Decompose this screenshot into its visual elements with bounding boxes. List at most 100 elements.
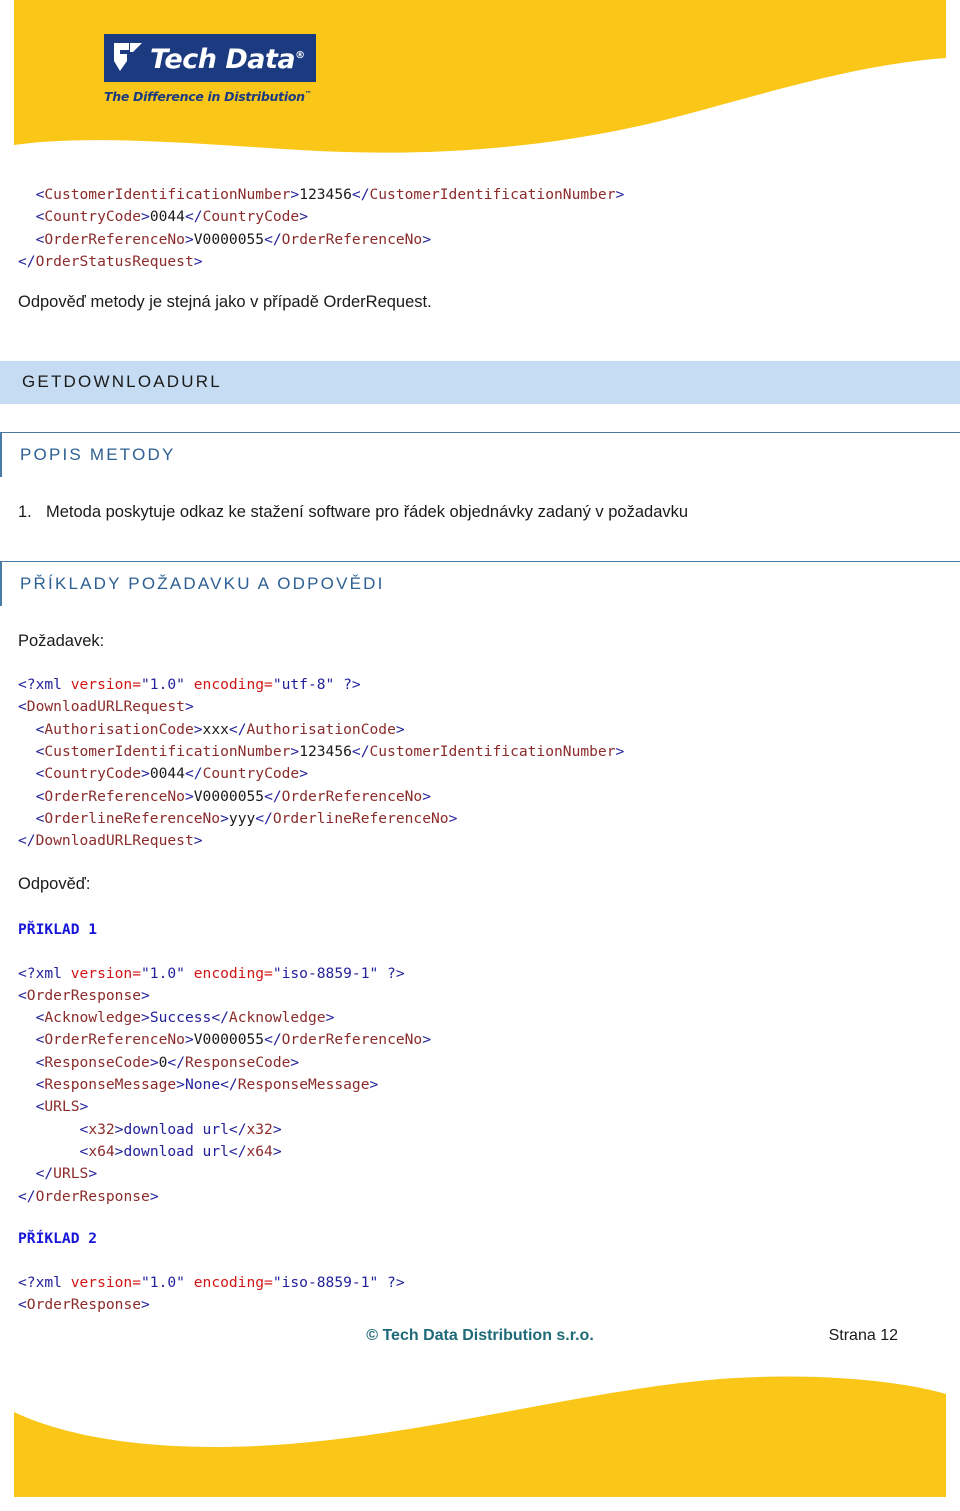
code-token: > [149, 1053, 159, 1071]
code-token: > [184, 1031, 194, 1049]
code-token: </ [184, 208, 203, 226]
code-token: < [18, 1296, 27, 1314]
code-token: OrderReferenceNo [44, 1031, 185, 1049]
code-token: </ [255, 809, 273, 827]
code-token: <?xml [18, 964, 71, 982]
code-token: version= [70, 676, 142, 694]
tech-data-logo: Tech Data® The Difference in Distributio… [104, 34, 316, 104]
xml-snippet-order-response-example-2: <?xml version="1.0" encoding="iso-8859-1… [0, 1272, 960, 1317]
trademark-mark-icon: ™ [304, 89, 312, 98]
code-token: > [290, 186, 300, 203]
code-token: encoding= [193, 964, 273, 982]
code-token: V0000055 [193, 1031, 265, 1049]
code-token: > [448, 809, 458, 827]
code-token: > [272, 1120, 282, 1138]
code-token: ResponseMessage [44, 1076, 177, 1094]
code-token: </ [351, 186, 370, 203]
code-token: > [176, 1076, 185, 1094]
code-token: Acknowledge [228, 1009, 326, 1027]
footer-page-number: Strana 12 [828, 1327, 898, 1344]
code-token: None [184, 1076, 221, 1094]
code-token: CountryCode [44, 765, 142, 783]
code-token: x32 [246, 1120, 273, 1138]
code-token: </ [228, 720, 247, 738]
section-heading-popis-metody: POPIS METODY [0, 432, 960, 478]
code-token: AuthorisationCode [44, 720, 194, 738]
code-token: CountryCode [202, 208, 300, 226]
code-token: > [149, 1187, 159, 1205]
code-token: > [193, 832, 203, 850]
section-heading-priklady-pozadavku-a-odpovedi: PŘÍKLADY POŽADAVKU A ODPOVĚDI [0, 561, 960, 607]
code-token: </ [184, 765, 203, 783]
code-token: > [422, 1031, 432, 1049]
xml-snippet-download-url-request: <?xml version="1.0" encoding="utf-8" ?> … [0, 674, 960, 852]
example-1-label: PŘIKLAD 1 [18, 920, 98, 938]
code-token: OrderlineReferenceNo [272, 809, 449, 827]
code-token: CountryCode [44, 208, 142, 226]
code-token: </ [18, 252, 36, 270]
code-token: OrderReferenceNo [44, 787, 185, 805]
logo-tagline: The Difference in Distribution™ [104, 89, 316, 104]
page-footer: © Tech Data Distribution s.r.o. Strana 1… [0, 1327, 960, 1353]
intro-paragraph: Odpověď metody je stejná jako v případě … [18, 293, 432, 312]
code-token: OrderReferenceNo [281, 230, 423, 248]
request-label: Požadavek: [18, 632, 105, 651]
code-token: </ [18, 1187, 36, 1205]
code-token: "1.0" [141, 1273, 185, 1291]
code-token: "iso-8859-1" [272, 964, 379, 982]
footer-copyright: © Tech Data Distribution s.r.o. [366, 1327, 594, 1344]
response-label: Odpověď: [18, 874, 91, 893]
code-token: 0044 [149, 208, 185, 226]
code-token: > [299, 765, 309, 783]
list-item-number: 1. [18, 503, 32, 522]
code-token: > [184, 787, 194, 805]
logo-wordmark: Tech Data® [150, 41, 305, 74]
code-token: ResponseMessage [237, 1076, 370, 1094]
code-token: > [79, 1098, 89, 1116]
code-token: Acknowledge [44, 1009, 142, 1027]
list-item: 1. Metoda poskytuje odkaz ke stažení sof… [0, 501, 960, 523]
code-token: < [18, 698, 27, 716]
tech-data-chevron-icon [114, 43, 142, 71]
code-token: > [395, 720, 405, 738]
code-token: ?> [378, 964, 405, 982]
code-token: > [615, 186, 625, 203]
code-token: > [141, 986, 150, 1004]
code-token: > [422, 230, 432, 248]
code-token: version= [70, 1273, 142, 1291]
code-token: < [79, 1120, 89, 1138]
code-token: CustomerIdentificationNumber [44, 743, 291, 761]
code-token: ResponseCode [184, 1053, 291, 1071]
code-token: </ [167, 1053, 185, 1071]
code-token: <?xml [18, 1273, 71, 1291]
code-token: </ [35, 1165, 54, 1183]
code-token: ResponseCode [44, 1053, 150, 1071]
code-token: DownloadURLRequest [26, 698, 185, 716]
code-token: DownloadURLRequest [35, 832, 194, 850]
code-token: < [79, 1142, 89, 1160]
code-token: > [184, 698, 194, 716]
code-token: > [141, 765, 150, 783]
code-token: V0000055 [193, 230, 265, 248]
code-token: "utf-8" [272, 676, 335, 694]
footer-wave-graphic [14, 1376, 946, 1497]
code-token: > [184, 230, 194, 248]
list-item-text: Metoda poskytuje odkaz ke stažení softwa… [46, 503, 689, 522]
code-token: > [141, 208, 150, 226]
code-token: V0000055 [193, 787, 265, 805]
code-token: version= [70, 964, 142, 982]
code-token: > [290, 743, 300, 761]
code-token: OrderReferenceNo [281, 1031, 423, 1049]
code-token: OrderResponse [26, 986, 142, 1004]
code-token: < [18, 986, 27, 1004]
code-token: yyy [228, 809, 256, 827]
logo-box: Tech Data® [104, 34, 316, 82]
code-token: ?> [334, 676, 361, 694]
code-token: </ [228, 1120, 247, 1138]
